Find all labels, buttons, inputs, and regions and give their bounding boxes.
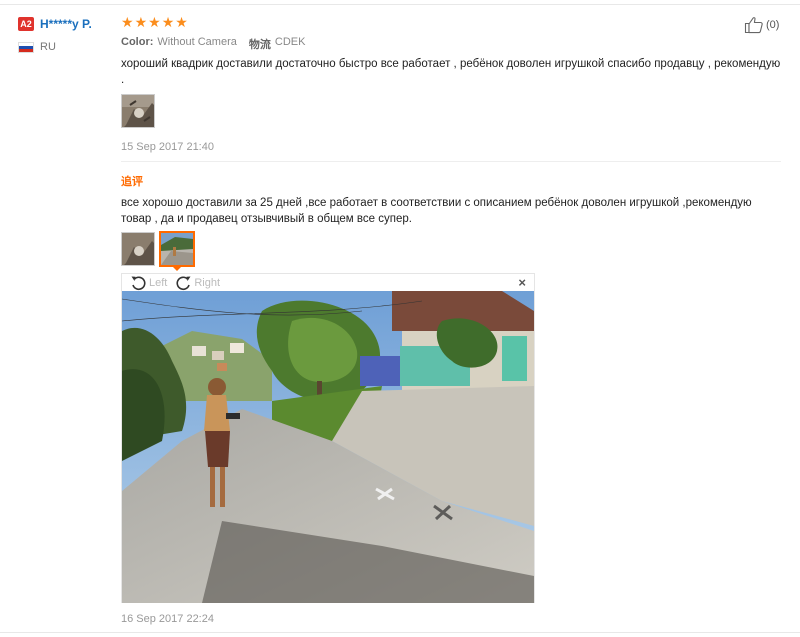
- star-icon: ★: [161, 14, 175, 30]
- photo-thumbnail-image: [161, 233, 193, 265]
- rotate-right-label: Right: [194, 277, 221, 289]
- review-date: 15 Sep 2017 21:40: [121, 141, 214, 153]
- reviewer-info: A2 H*****y P. RU: [18, 16, 118, 54]
- additional-feedback-label: 追评: [121, 176, 143, 188]
- buyer-level-badge: A2: [18, 17, 34, 31]
- additional-feedback-text: все хорошо доставили за 25 дней ,все раб…: [121, 197, 752, 225]
- photo-thumbnail-image: [122, 233, 154, 265]
- star-icon: ★: [148, 14, 161, 30]
- review-text: хороший квадрик доставили достаточно быс…: [121, 58, 781, 86]
- rotate-left-button[interactable]: Left: [130, 275, 167, 291]
- rotate-left-label: Left: [149, 277, 168, 289]
- reviewer-name-link[interactable]: H*****y P.: [40, 17, 92, 31]
- viewer-toolbar: Left Right ×: [122, 274, 534, 292]
- star-icon: ★: [175, 14, 188, 30]
- order-info: Color: Without Camera 物流 CDEK: [121, 36, 317, 52]
- color-key: Color:: [121, 36, 154, 48]
- russia-flag-icon: [18, 41, 34, 53]
- star-icon: ★: [121, 14, 134, 30]
- photo-viewer: Left Right ×: [121, 273, 535, 603]
- followup-photo-thumb[interactable]: [121, 232, 155, 266]
- review-photo-large: [122, 291, 534, 603]
- helpful-count: (0): [766, 19, 780, 31]
- followup-divider: [121, 161, 781, 162]
- logistics-value: CDEK: [274, 36, 306, 48]
- helpful-button[interactable]: (0): [744, 16, 779, 34]
- star-icon: ★: [134, 14, 148, 30]
- review-photo-thumb[interactable]: [121, 94, 155, 128]
- bottom-divider: [0, 632, 800, 633]
- close-viewer-button[interactable]: ×: [518, 276, 526, 290]
- rating-stars: ★ ★ ★ ★ ★: [121, 15, 189, 29]
- street-photo-image: [122, 291, 534, 603]
- reviewer-country: RU: [40, 41, 56, 53]
- rotate-right-icon: [176, 276, 191, 291]
- color-value: Without Camera: [157, 36, 237, 48]
- photo-thumbnail-image: [122, 95, 154, 127]
- logistics-key: 物流: [248, 39, 271, 51]
- thumbs-up-icon: [744, 17, 763, 34]
- rotate-right-button[interactable]: Right: [175, 275, 220, 291]
- rotate-left-icon: [131, 276, 146, 291]
- selected-photo-caret: [172, 266, 182, 271]
- additional-feedback-date: 16 Sep 2017 22:24: [121, 613, 214, 625]
- top-divider: [0, 4, 800, 5]
- followup-photo-thumb-selected[interactable]: [159, 231, 195, 267]
